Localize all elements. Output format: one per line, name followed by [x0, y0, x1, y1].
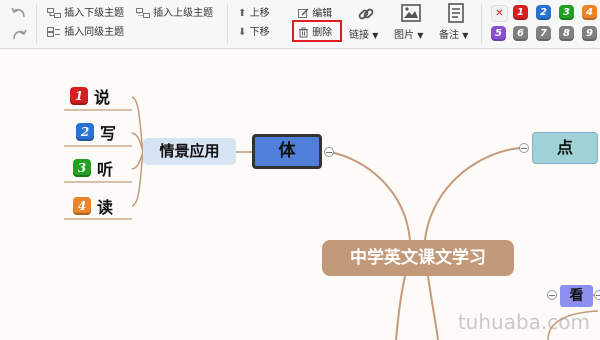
priority-2-button[interactable]: 2: [536, 5, 551, 20]
insert-parent-button[interactable]: 插入上级主题: [136, 8, 213, 20]
arrow-down-icon: ⬇: [238, 27, 247, 38]
priority-5-button[interactable]: 5: [491, 26, 506, 41]
edit-icon: [298, 8, 309, 18]
move-up-button[interactable]: ⬆ 上移: [238, 8, 270, 20]
image-label: 图片: [394, 30, 414, 41]
remove-priority-icon[interactable]: ✕: [491, 5, 508, 22]
priority-2-badge: 2: [76, 123, 94, 141]
note-button[interactable]: 备注 ▼: [439, 30, 468, 42]
caret-down-icon: ▼: [372, 31, 379, 40]
link-button[interactable]: 链接 ▼: [349, 30, 378, 42]
leaf-item[interactable]: 1 说: [70, 83, 110, 109]
link-label: 链接: [349, 30, 369, 41]
topic-kan[interactable]: 看: [560, 285, 593, 307]
collapse-toggle[interactable]: [594, 290, 600, 300]
priority-3-badge: 3: [73, 159, 91, 177]
image-button[interactable]: 图片 ▼: [394, 30, 423, 42]
collapse-toggle[interactable]: [324, 147, 334, 157]
caret-down-icon: ▼: [462, 31, 469, 40]
leaf-label: 写: [100, 124, 117, 143]
leaf-item[interactable]: 2 写: [76, 119, 116, 145]
edit-label: 编辑: [312, 8, 333, 20]
toolbar: 插入下级主题 插入上级主题 插入同级主题 ⬆ 上移 ⬇ 下移 编辑 删除 链接 …: [0, 0, 600, 49]
image-icon: [401, 4, 421, 22]
move-down-label: 下移: [249, 27, 270, 38]
arrow-up-icon: ⬆: [238, 8, 247, 19]
priority-1-button[interactable]: 1: [513, 5, 528, 20]
mindmap-canvas[interactable]: 1 说 2 写 3 听 4 读 情景应用 体 点 中学英文课文学习 看 tuhu…: [0, 49, 600, 340]
root-topic[interactable]: 中学英文课文学习: [322, 240, 514, 276]
move-down-button[interactable]: ⬇ 下移: [238, 27, 270, 39]
undo-icon[interactable]: [10, 4, 28, 20]
insert-child-button[interactable]: 插入下级主题: [47, 8, 124, 20]
separator: [36, 4, 37, 44]
watermark: tuhuaba.com: [457, 310, 590, 334]
leaf-label: 读: [97, 198, 114, 217]
link-icon: [358, 8, 374, 20]
insert-child-icon: [47, 8, 61, 18]
trash-icon: [299, 27, 308, 38]
insert-sibling-button[interactable]: 插入同级主题: [47, 27, 124, 39]
priority-1-badge: 1: [70, 87, 88, 105]
leaf-item[interactable]: 3 听: [73, 155, 113, 181]
priority-6-button[interactable]: 6: [513, 26, 528, 41]
insert-child-label: 插入下级主题: [64, 8, 125, 19]
topic-ti[interactable]: 体: [252, 134, 322, 169]
collapse-toggle[interactable]: [547, 290, 557, 300]
topic-dian[interactable]: 点: [532, 132, 598, 164]
topic-scene-application[interactable]: 情景应用: [143, 138, 236, 165]
leaf-item[interactable]: 4 读: [73, 193, 113, 219]
insert-sibling-icon: [47, 27, 60, 37]
priority-3-button[interactable]: 3: [559, 5, 574, 20]
note-label: 备注: [439, 30, 459, 41]
leaf-label: 听: [97, 160, 114, 179]
note-icon: [448, 3, 464, 23]
leaf-label: 说: [94, 88, 111, 107]
insert-parent-label: 插入上级主题: [153, 8, 214, 19]
separator: [481, 4, 482, 44]
priority-9-button[interactable]: 9: [582, 26, 597, 41]
insert-sibling-label: 插入同级主题: [64, 27, 125, 38]
insert-parent-icon: [136, 8, 150, 18]
priority-8-button[interactable]: 8: [559, 26, 574, 41]
separator: [227, 4, 228, 44]
caret-down-icon: ▼: [417, 31, 424, 40]
delete-label: 删除: [312, 27, 333, 39]
priority-4-button[interactable]: 4: [582, 5, 597, 20]
delete-button[interactable]: 删除: [298, 27, 332, 40]
priority-7-button[interactable]: 7: [536, 26, 551, 41]
redo-icon[interactable]: [10, 26, 28, 42]
move-up-label: 上移: [249, 8, 270, 19]
edit-button[interactable]: 编辑: [298, 8, 332, 21]
priority-4-badge: 4: [73, 197, 91, 215]
collapse-toggle[interactable]: [519, 143, 529, 153]
